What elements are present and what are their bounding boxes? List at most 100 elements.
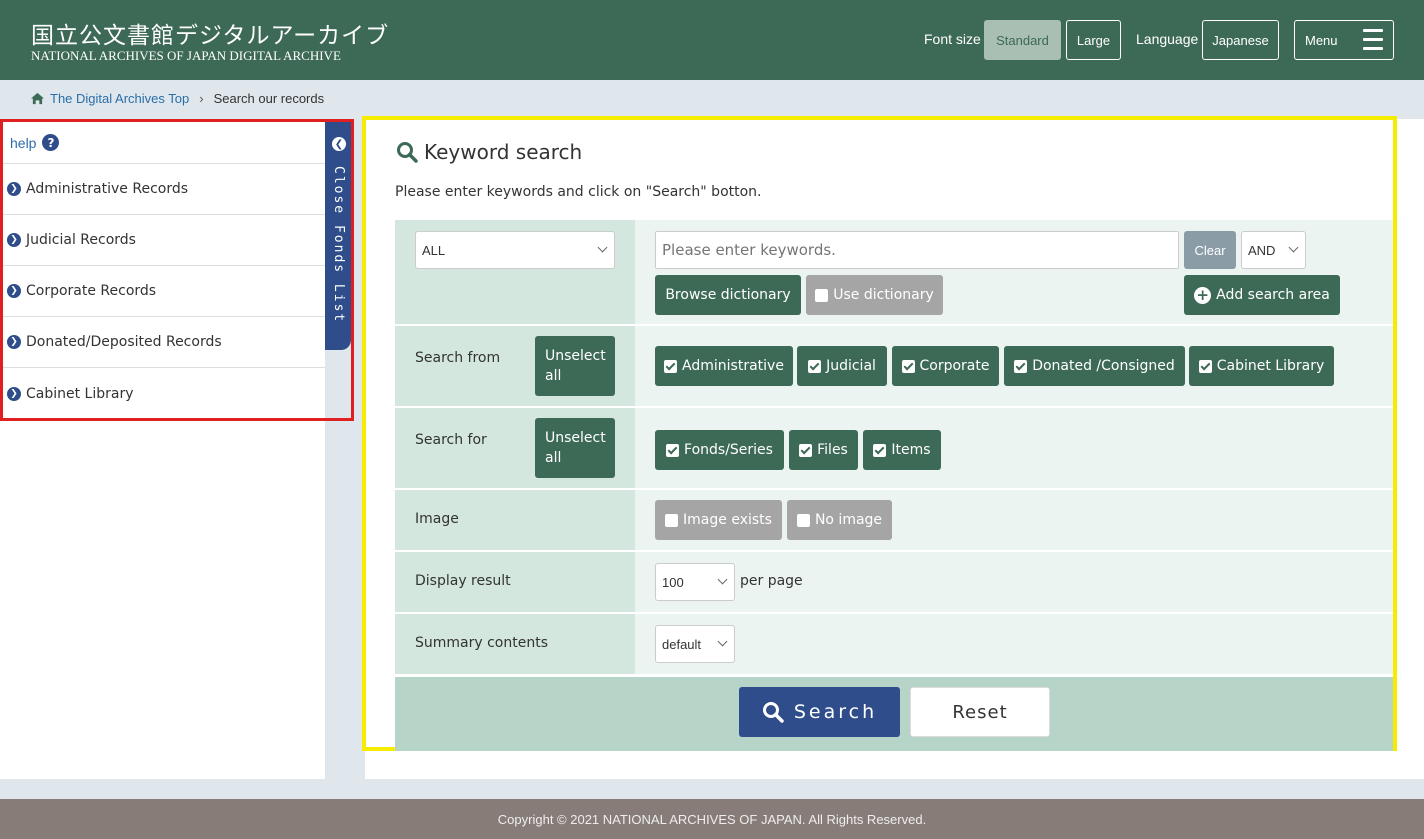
plus-circle-icon: + bbox=[1194, 286, 1212, 304]
fonds-item-cabinet-library[interactable]: ❯ Cabinet Library bbox=[3, 368, 325, 419]
chevron-down-icon bbox=[717, 636, 728, 647]
search-for-unselect-all-button[interactable]: Unselect all bbox=[535, 418, 615, 478]
instruction-text: Please enter keywords and click on "Sear… bbox=[395, 184, 762, 200]
scope-select-value: ALL bbox=[422, 242, 446, 258]
results-per-page-select[interactable]: 100 bbox=[655, 563, 735, 601]
image-exists-checkbox[interactable]: Image exists bbox=[655, 500, 782, 540]
display-result-label: Display result bbox=[415, 573, 511, 589]
copyright-text: Copyright © 2021 NATIONAL ARCHIVES OF JA… bbox=[497, 811, 927, 827]
no-image-checkbox[interactable]: No image bbox=[787, 500, 892, 540]
font-size-label: Font size bbox=[924, 31, 981, 47]
help-link[interactable]: help bbox=[10, 135, 36, 151]
search-icon bbox=[762, 702, 784, 723]
summary-contents-value-cell: default bbox=[635, 614, 1393, 674]
level-option-label: Items bbox=[891, 442, 931, 458]
chevron-circle-right-icon: ❯ bbox=[7, 284, 21, 298]
display-result-row: Display result 100 per page bbox=[395, 552, 1393, 612]
font-large-button[interactable]: Large bbox=[1066, 20, 1121, 60]
menu-label: Menu bbox=[1305, 32, 1338, 48]
add-search-area-button[interactable]: + Add search area bbox=[1184, 275, 1340, 315]
level-files-checkbox[interactable]: Files bbox=[789, 430, 858, 470]
highlight-frame bbox=[325, 119, 354, 421]
use-dictionary-toggle[interactable]: Use dictionary bbox=[806, 275, 943, 315]
font-standard-button[interactable]: Standard bbox=[984, 20, 1061, 60]
summary-contents-select[interactable]: default bbox=[655, 625, 735, 663]
source-judicial-checkbox[interactable]: Judicial bbox=[797, 346, 887, 386]
search-from-row: Search from Unselect all Administrative … bbox=[395, 326, 1393, 406]
level-fonds-series-checkbox[interactable]: Fonds/Series bbox=[655, 430, 784, 470]
site-logo-english[interactable]: NATIONAL ARCHIVES OF JAPAN DIGITAL ARCHI… bbox=[31, 48, 341, 64]
search-for-row: Search for Unselect all Fonds/Series Fil… bbox=[395, 408, 1393, 488]
source-option-label: Administrative bbox=[682, 358, 784, 374]
home-icon[interactable] bbox=[30, 92, 45, 105]
source-administrative-checkbox[interactable]: Administrative bbox=[655, 346, 793, 386]
source-option-label: Corporate bbox=[919, 358, 990, 374]
summary-contents-label-cell: Summary contents bbox=[395, 614, 635, 674]
site-footer: Copyright © 2021 NATIONAL ARCHIVES OF JA… bbox=[0, 799, 1424, 839]
search-from-unselect-all-button[interactable]: Unselect all bbox=[535, 336, 615, 396]
source-option-label: Judicial bbox=[826, 358, 876, 374]
chevron-circle-right-icon: ❯ bbox=[7, 386, 21, 401]
search-button[interactable]: Search bbox=[739, 687, 900, 737]
browse-dictionary-button[interactable]: Browse dictionary bbox=[655, 275, 801, 315]
search-button-label: Search bbox=[793, 701, 878, 723]
help-row: help ? bbox=[3, 122, 325, 164]
reset-button[interactable]: Reset bbox=[910, 687, 1050, 737]
breadcrumb-home-link[interactable]: The Digital Archives Top bbox=[50, 91, 189, 106]
display-result-value-cell: 100 per page bbox=[635, 552, 1393, 612]
chevron-circle-right-icon: ❯ bbox=[7, 335, 21, 349]
chevron-down-icon bbox=[1288, 242, 1299, 253]
fonds-item-label: Administrative Records bbox=[26, 181, 189, 197]
search-from-label: Search from bbox=[415, 350, 501, 366]
summary-contents-label: Summary contents bbox=[415, 635, 548, 651]
add-search-area-label: Add search area bbox=[1216, 287, 1330, 303]
checkbox-icon bbox=[796, 513, 810, 527]
checkbox-checked-icon bbox=[901, 359, 915, 373]
level-items-checkbox[interactable]: Items bbox=[863, 430, 941, 470]
fonds-item-administrative[interactable]: ❯ Administrative Records bbox=[3, 164, 325, 215]
checkbox-checked-icon bbox=[666, 443, 680, 457]
question-icon[interactable]: ? bbox=[42, 134, 60, 151]
keyword-row-label-cell: ALL bbox=[395, 220, 635, 324]
operator-select[interactable]: AND bbox=[1241, 231, 1306, 269]
chevron-right-icon: › bbox=[199, 91, 204, 106]
fonds-item-judicial[interactable]: ❯ Judicial Records bbox=[3, 215, 325, 266]
search-for-value-cell: Fonds/Series Files Items bbox=[635, 408, 1393, 488]
source-donated-checkbox[interactable]: Donated /Consigned bbox=[1004, 346, 1185, 386]
source-option-label: Cabinet Library bbox=[1216, 358, 1325, 374]
language-button[interactable]: Japanese bbox=[1202, 20, 1279, 60]
page-title-text: Keyword search bbox=[424, 140, 583, 164]
hamburger-icon bbox=[1363, 29, 1383, 51]
keyword-row: ALL Clear AND Browse dictionary Use dict… bbox=[395, 220, 1393, 324]
search-for-label-cell: Search for Unselect all bbox=[395, 408, 635, 488]
fonds-item-donated[interactable]: ❯ Donated/Deposited Records bbox=[3, 317, 325, 368]
fonds-item-label: Corporate Records bbox=[26, 283, 157, 299]
keyword-input[interactable] bbox=[655, 231, 1179, 269]
scope-select[interactable]: ALL bbox=[415, 231, 615, 269]
image-option-label: Image exists bbox=[683, 512, 772, 528]
search-icon bbox=[397, 142, 418, 163]
chevron-circle-right-icon: ❯ bbox=[7, 233, 21, 247]
chevron-circle-right-icon: ❯ bbox=[7, 182, 21, 196]
menu-button[interactable]: Menu bbox=[1294, 20, 1394, 60]
image-label-cell: Image bbox=[395, 490, 635, 550]
display-result-label-cell: Display result bbox=[395, 552, 635, 612]
fonds-item-corporate[interactable]: ❯ Corporate Records bbox=[3, 266, 325, 317]
fonds-list: help ? ❯ Administrative Records ❯ Judici… bbox=[0, 119, 325, 421]
checkbox-checked-icon bbox=[873, 443, 887, 457]
site-logo-japanese[interactable]: 国立公文書館デジタルアーカイブ bbox=[31, 16, 389, 50]
breadcrumb-current: Search our records bbox=[213, 91, 325, 106]
checkbox-checked-icon bbox=[808, 359, 822, 373]
fonds-item-label: Donated/Deposited Records bbox=[26, 334, 222, 350]
fonds-item-label: Cabinet Library bbox=[26, 385, 134, 402]
image-value-cell: Image exists No image bbox=[635, 490, 1393, 550]
site-header: 国立公文書館デジタルアーカイブ NATIONAL ARCHIVES OF JAP… bbox=[0, 0, 1424, 80]
checkbox-icon bbox=[665, 513, 679, 527]
source-corporate-checkbox[interactable]: Corporate bbox=[892, 346, 999, 386]
use-dictionary-label: Use dictionary bbox=[833, 287, 934, 303]
source-cabinet-library-checkbox[interactable]: Cabinet Library bbox=[1189, 346, 1334, 386]
image-row: Image Image exists No image bbox=[395, 490, 1393, 550]
clear-button[interactable]: Clear bbox=[1184, 231, 1236, 269]
chevron-down-icon bbox=[717, 574, 728, 585]
image-label: Image bbox=[415, 511, 459, 527]
